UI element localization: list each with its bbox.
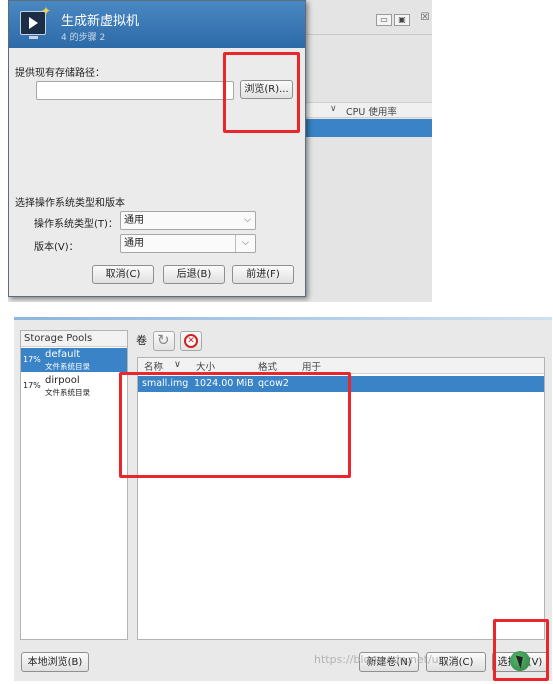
vm-list-header: ∨ CPU 使用率 xyxy=(304,102,432,118)
os-section-label: 选择操作系统类型和版本 xyxy=(15,198,125,209)
pool-item-default[interactable]: 17% default 文件系统目录 xyxy=(21,348,127,372)
pool-usage: 17% xyxy=(23,381,41,390)
column-format[interactable]: 格式 xyxy=(258,359,277,373)
version-label: 版本(V)： xyxy=(34,242,79,253)
back-button[interactable]: 后退(B) xyxy=(163,265,225,284)
selected-vm-row[interactable] xyxy=(304,119,432,137)
storage-path-input[interactable] xyxy=(36,81,234,100)
local-browse-button[interactable]: 本地浏览(B) xyxy=(21,652,89,672)
maximize-button[interactable]: ▣ xyxy=(394,14,410,26)
dialog-step: 4 的步骤 2 xyxy=(61,33,106,43)
minimize-button[interactable]: ▭ xyxy=(376,14,392,26)
toolbar-divider xyxy=(304,34,432,35)
chevron-down-icon: ⌵ xyxy=(235,235,255,252)
close-icon[interactable]: ☒ xyxy=(418,12,432,26)
chevron-down-icon: ⌵ xyxy=(244,215,251,225)
delete-icon: ✕ xyxy=(184,334,198,348)
refresh-icon: ↻ xyxy=(157,331,170,349)
volume-highlight-box xyxy=(119,372,351,478)
os-type-value: 通用 xyxy=(124,215,144,226)
column-cpu-usage[interactable]: CPU 使用率 xyxy=(346,104,397,118)
storage-pools-list: Storage Pools 17% default 文件系统目录 17% dir… xyxy=(20,330,128,640)
column-used[interactable]: 用于 xyxy=(302,359,321,373)
volumes-label: 卷 xyxy=(136,334,147,347)
background-window: ▭ ▣ ☒ ∨ CPU 使用率 xyxy=(304,0,432,302)
version-select[interactable]: 通用 ⌵ xyxy=(120,234,256,253)
pool-desc: 文件系统目录 xyxy=(45,388,90,397)
pool-name: dirpool xyxy=(45,375,80,386)
pool-usage: 17% xyxy=(23,355,41,364)
version-value: 通用 xyxy=(124,238,144,249)
browse-highlight-box xyxy=(223,52,300,133)
new-vm-icon: ✦ xyxy=(20,5,51,39)
choose-highlight-box xyxy=(493,619,549,681)
os-type-label: 操作系统类型(T)： xyxy=(34,219,118,230)
delete-volume-button[interactable]: ✕ xyxy=(180,331,202,351)
column-name[interactable]: 名称 xyxy=(144,359,163,373)
forward-button[interactable]: 前进(F) xyxy=(232,265,294,284)
storage-pools-header: Storage Pools xyxy=(21,331,127,347)
column-size[interactable]: 大小 xyxy=(196,359,215,373)
dialog-header: ✦ 生成新虚拟机 4 的步骤 2 xyxy=(9,1,305,48)
dialog-title: 生成新虚拟机 xyxy=(61,14,140,29)
cancel-button[interactable]: 取消(C) xyxy=(92,265,154,284)
os-type-select[interactable]: 通用 ⌵ xyxy=(120,211,256,230)
pool-desc: 文件系统目录 xyxy=(45,362,90,371)
window-controls: ▭ ▣ xyxy=(376,14,410,26)
title-strip xyxy=(14,317,552,320)
chevron-down-icon[interactable]: ∨ xyxy=(174,359,181,370)
chevron-down-icon[interactable]: ∨ xyxy=(330,104,337,114)
top-screenshot: ▭ ▣ ☒ ∨ CPU 使用率 ✦ 生成新虚拟机 4 的步骤 2 提供现有存储路… xyxy=(8,0,432,302)
pool-name: default xyxy=(45,349,81,360)
storage-path-label: 提供现有存储路径： xyxy=(15,68,105,79)
pool-item-dirpool[interactable]: 17% dirpool 文件系统目录 xyxy=(21,374,127,398)
new-vm-dialog: ✦ 生成新虚拟机 4 的步骤 2 提供现有存储路径： 浏览(R)... 选择操作… xyxy=(8,0,306,297)
watermark: https://blog.csdn.net/u... xyxy=(314,653,450,666)
refresh-button[interactable]: ↻ xyxy=(153,331,175,351)
